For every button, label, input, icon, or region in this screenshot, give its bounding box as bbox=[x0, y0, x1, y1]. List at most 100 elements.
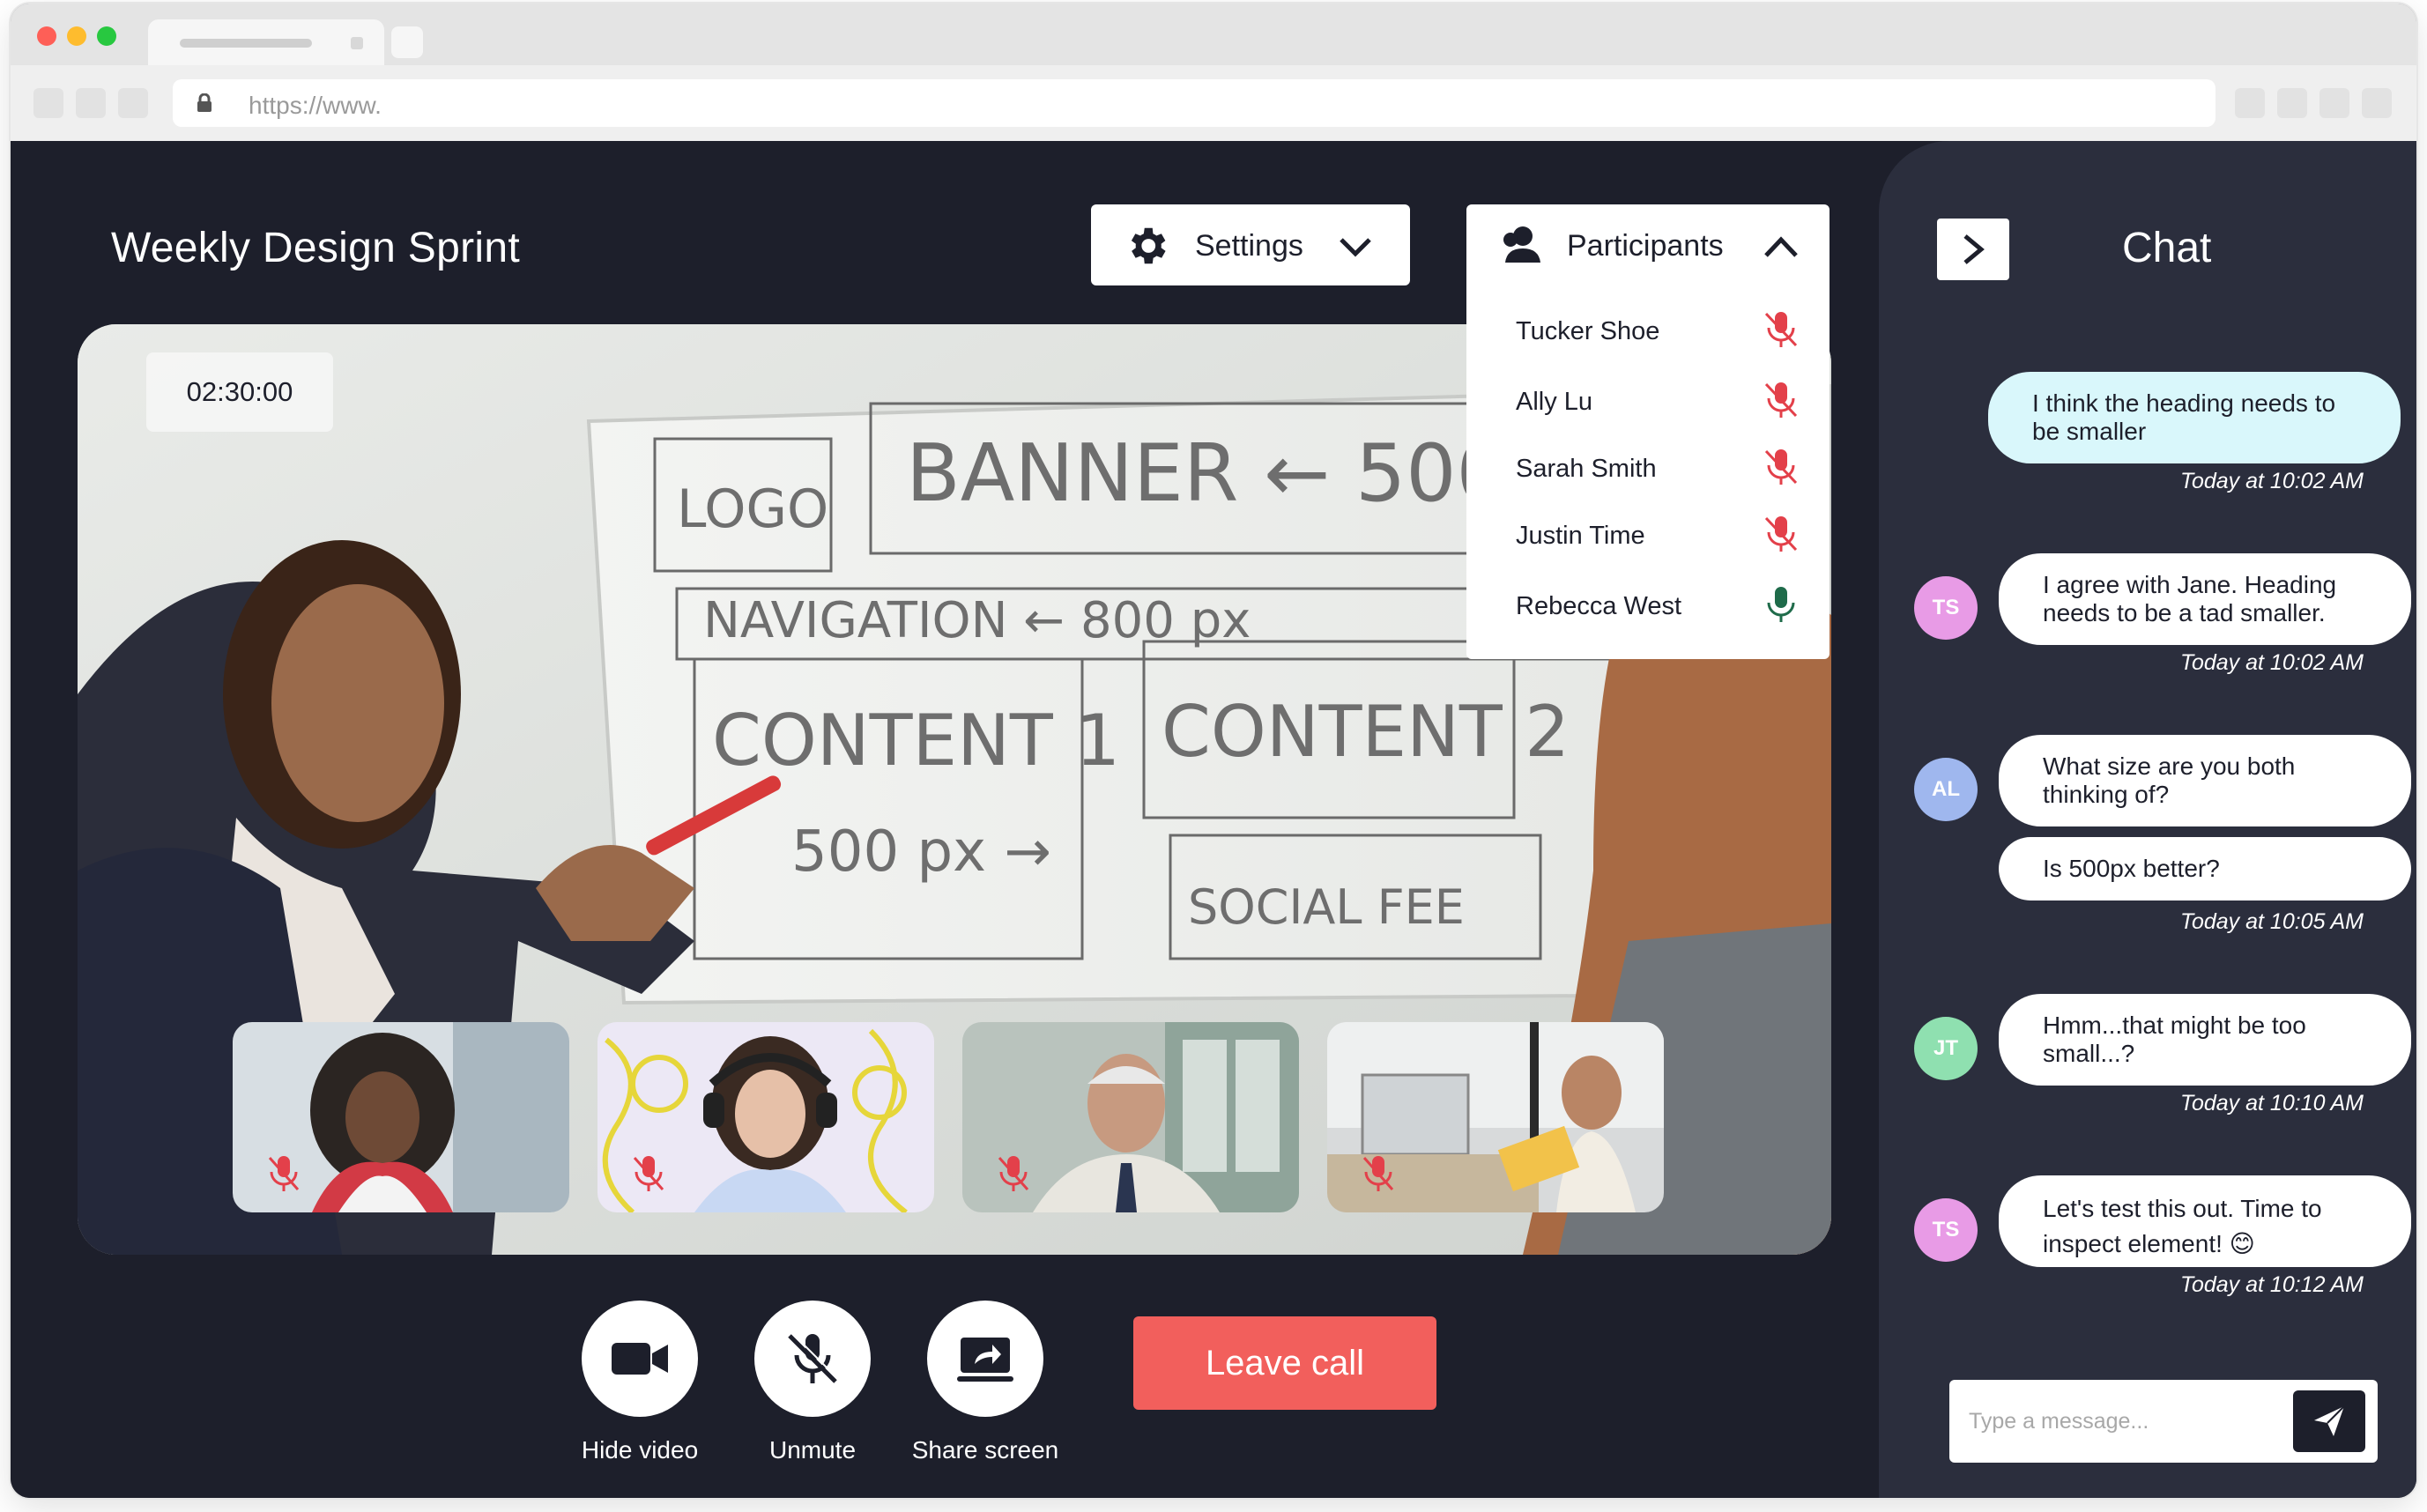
muted-microphone-icon[interactable] bbox=[1761, 379, 1801, 421]
participant-name: Ally Lu bbox=[1516, 388, 1593, 416]
avatar: TS bbox=[1914, 576, 1978, 640]
gear-icon bbox=[1131, 227, 1166, 264]
chat-message-text: Hmm...that might be too small...? bbox=[2043, 1012, 2306, 1067]
unmute-label: Unmute bbox=[768, 1436, 857, 1464]
participant-row[interactable]: Rebecca West bbox=[1466, 574, 1830, 636]
menu-button[interactable] bbox=[2362, 88, 2392, 118]
collapse-chat-button[interactable] bbox=[1937, 219, 2009, 280]
avatar: TS bbox=[1914, 1198, 1978, 1262]
video-call-app: Weekly Design Sprint LOGO BANNER ← 500 N… bbox=[11, 141, 2416, 1498]
chat-timestamp: Today at 10:02 AM bbox=[2179, 469, 2364, 493]
chat-message-text: I think the heading needs to be smaller bbox=[2032, 389, 2336, 445]
chat-message: I agree with Jane. Heading needs to be a… bbox=[1999, 553, 2411, 645]
hide-video-label: Hide video bbox=[581, 1436, 699, 1464]
svg-text:SOCIAL FEE: SOCIAL FEE bbox=[1188, 879, 1465, 935]
participant-name: Justin Time bbox=[1516, 522, 1645, 550]
participants-label[interactable]: Participants bbox=[1567, 229, 1724, 263]
url-text: https://www. bbox=[249, 92, 382, 119]
address-bar[interactable]: https://www. bbox=[173, 79, 2215, 127]
muted-microphone-icon[interactable] bbox=[1761, 308, 1801, 351]
participant-thumbnail[interactable] bbox=[233, 1022, 569, 1212]
leave-call-button[interactable]: Leave call bbox=[1133, 1316, 1436, 1410]
participants-icon bbox=[1503, 226, 1540, 263]
avatar: AL bbox=[1914, 758, 1978, 821]
chat-message: I think the heading needs to be smaller bbox=[1988, 372, 2401, 463]
microphone-icon[interactable] bbox=[1761, 583, 1801, 626]
svg-text:500 px →: 500 px → bbox=[791, 819, 1051, 885]
new-tab-button[interactable] bbox=[391, 26, 423, 58]
chat-message-text: I agree with Jane. Heading needs to be a… bbox=[2043, 571, 2337, 626]
message-input[interactable] bbox=[1969, 1397, 2286, 1445]
tab-strip bbox=[11, 4, 2416, 65]
browser-window: https://www. Weekly Design Sprint LOGO B… bbox=[11, 4, 2416, 1498]
participant-name: Sarah Smith bbox=[1516, 455, 1657, 483]
muted-microphone-icon[interactable] bbox=[1761, 446, 1801, 488]
chat-message-text: Let's test this out. Time to inspect ele… bbox=[2043, 1195, 2322, 1257]
meeting-title: Weekly Design Sprint bbox=[111, 225, 520, 271]
forward-button[interactable] bbox=[76, 88, 106, 118]
tab-close-icon[interactable] bbox=[351, 37, 363, 49]
svg-text:LOGO: LOGO bbox=[677, 478, 828, 540]
chevron-right-icon bbox=[1963, 234, 1985, 264]
chevron-down-icon bbox=[1340, 238, 1371, 257]
browser-chrome: https://www. bbox=[11, 4, 2416, 141]
participant-row[interactable]: Tucker Shoe bbox=[1466, 300, 1830, 361]
back-button[interactable] bbox=[33, 88, 63, 118]
muted-microphone-icon bbox=[268, 1156, 300, 1191]
unmute-button[interactable] bbox=[754, 1301, 871, 1417]
chat-title: Chat bbox=[2122, 225, 2212, 271]
svg-text:BANNER ← 500: BANNER ← 500 bbox=[906, 427, 1507, 520]
browser-tab[interactable] bbox=[148, 19, 384, 65]
participant-thumbnail[interactable] bbox=[597, 1022, 934, 1212]
avatar: JT bbox=[1914, 1017, 1978, 1080]
chat-message: What size are you both thinking of? bbox=[1999, 735, 2411, 826]
lock-icon bbox=[197, 93, 212, 112]
muted-microphone-icon bbox=[633, 1156, 664, 1191]
message-composer bbox=[1949, 1380, 2378, 1463]
extension-button[interactable] bbox=[2235, 88, 2265, 118]
participant-row[interactable]: Ally Lu bbox=[1466, 370, 1830, 432]
participant-name: Tucker Shoe bbox=[1516, 317, 1660, 345]
minimize-window-button[interactable] bbox=[67, 26, 86, 46]
muted-microphone-icon bbox=[998, 1156, 1029, 1191]
participant-row[interactable]: Justin Time bbox=[1466, 504, 1830, 566]
hide-video-button[interactable] bbox=[582, 1301, 698, 1417]
video-camera-icon bbox=[612, 1343, 668, 1375]
call-timer: 02:30:00 bbox=[146, 352, 333, 432]
muted-microphone-icon[interactable] bbox=[1761, 513, 1801, 555]
extension-button[interactable] bbox=[2319, 88, 2349, 118]
share-screen-control: Share screen bbox=[897, 1301, 1073, 1464]
hide-video-control: Hide video bbox=[552, 1301, 728, 1464]
share-screen-button[interactable] bbox=[927, 1301, 1043, 1417]
participant-name: Rebecca West bbox=[1516, 592, 1682, 620]
participants-dropdown: Participants Tucker Shoe Ally Lu Sarah S… bbox=[1466, 204, 1830, 659]
participant-thumbnail[interactable] bbox=[962, 1022, 1299, 1212]
send-button[interactable] bbox=[2293, 1390, 2365, 1452]
chat-message: Hmm...that might be too small...? bbox=[1999, 994, 2411, 1086]
chat-timestamp: Today at 10:10 AM bbox=[2179, 1091, 2364, 1115]
send-icon bbox=[2314, 1405, 2345, 1436]
muted-microphone-icon bbox=[1362, 1156, 1394, 1191]
chat-message-text: Is 500px better? bbox=[2043, 855, 2220, 882]
svg-text:CONTENT 1: CONTENT 1 bbox=[712, 700, 1120, 782]
share-screen-icon bbox=[957, 1338, 1013, 1382]
chat-message: Let's test this out. Time to inspect ele… bbox=[1999, 1175, 2411, 1267]
tab-title-placeholder bbox=[180, 39, 312, 48]
chat-panel: Chat I think the heading needs to be sma… bbox=[1879, 141, 2416, 1498]
unmute-control: Unmute bbox=[724, 1301, 901, 1464]
chat-timestamp: Today at 10:02 AM bbox=[2179, 650, 2364, 675]
chat-message: Is 500px better? bbox=[1999, 837, 2411, 901]
participant-thumbnail[interactable] bbox=[1327, 1022, 1664, 1212]
svg-text:CONTENT 2: CONTENT 2 bbox=[1162, 691, 1570, 773]
chevron-up-icon[interactable] bbox=[1763, 231, 1800, 263]
participant-row[interactable]: Sarah Smith bbox=[1466, 437, 1830, 499]
muted-microphone-icon bbox=[788, 1332, 839, 1383]
share-screen-label: Share screen bbox=[911, 1436, 1059, 1464]
extension-button[interactable] bbox=[2277, 88, 2307, 118]
maximize-window-button[interactable] bbox=[97, 26, 116, 46]
settings-dropdown[interactable]: Settings bbox=[1091, 204, 1410, 285]
reload-button[interactable] bbox=[118, 88, 148, 118]
chat-message-text: What size are you both thinking of? bbox=[2043, 752, 2296, 808]
close-window-button[interactable] bbox=[37, 26, 56, 46]
chat-timestamp: Today at 10:05 AM bbox=[2179, 909, 2364, 934]
